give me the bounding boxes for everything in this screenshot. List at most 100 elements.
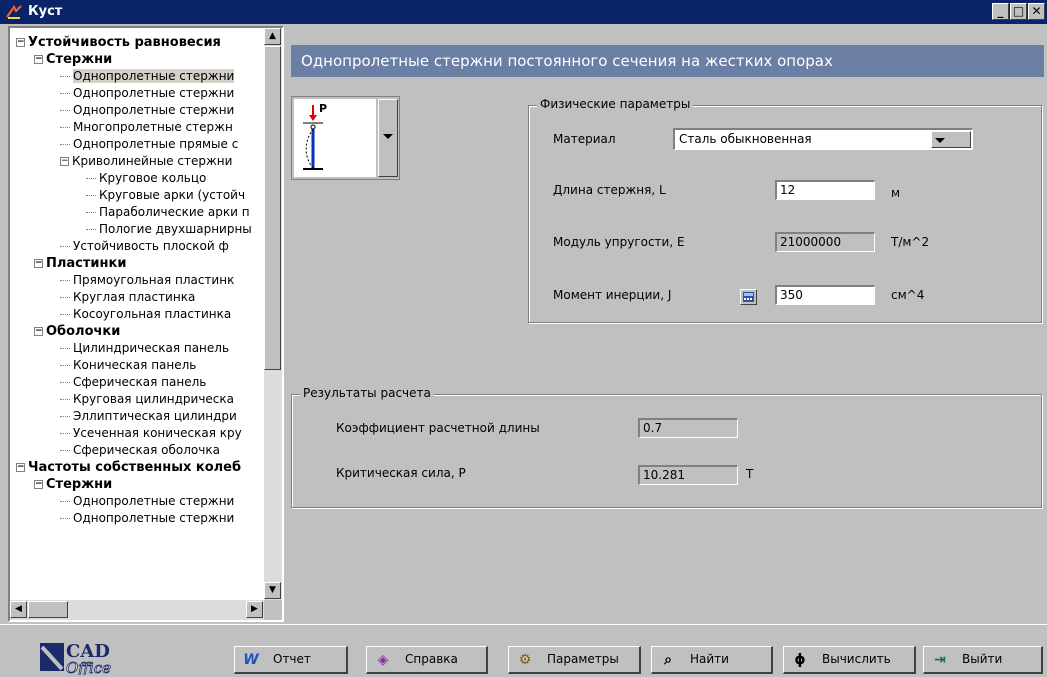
params-button[interactable]: ⚙ Параметры — [508, 646, 641, 674]
find-button-label: Найти — [690, 652, 729, 666]
tree-collapse-icon[interactable]: − — [34, 55, 43, 64]
tree-item[interactable]: − Стержни — [34, 51, 112, 68]
beam-scheme-icon: P — [303, 102, 327, 170]
tree-connector — [60, 76, 70, 77]
tree-collapse-icon[interactable]: − — [34, 259, 43, 268]
tree-collapse-icon[interactable]: − — [34, 327, 43, 336]
tree-item-label: Круговое кольцо — [99, 171, 207, 185]
tree-horizontal-scrollbar[interactable]: ◀ ▶ — [10, 600, 264, 620]
task-header: Однопролетные стержни постоянного сечени… — [291, 45, 1044, 77]
exit-door-icon: ⇥ — [934, 652, 946, 668]
tree-item[interactable]: Сферическая панель — [60, 374, 206, 391]
tree-item[interactable]: Пологие двухшарнирны — [86, 221, 252, 238]
material-dropdown-button[interactable] — [931, 131, 971, 148]
tree-item-label: Эллиптическая цилиндри — [73, 409, 237, 423]
tree-item[interactable]: Параболические арки п — [86, 204, 250, 221]
section-calculator-icon[interactable] — [740, 289, 757, 305]
tree-item-label: Усеченная коническая кру — [73, 426, 242, 440]
compute-button[interactable]: ϕ Вычислить — [783, 646, 916, 674]
word-icon: W — [243, 652, 259, 668]
tree-item-label: Частоты собственных колеб — [28, 460, 242, 475]
tree-item-label: Многопролетные стержн — [73, 120, 233, 134]
hscroll-thumb[interactable] — [28, 601, 68, 618]
exit-button[interactable]: ⇥ Выйти — [923, 646, 1043, 674]
tree-item-label: Устойчивость равновесия — [28, 35, 221, 50]
tree-item[interactable]: Сферическая оболочка — [60, 442, 220, 459]
tree-item[interactable]: − Частоты собственных колеб — [16, 459, 241, 476]
tree-item[interactable]: − Устойчивость равновесия — [16, 34, 221, 51]
length-label: Длина стержня, L — [553, 183, 666, 197]
tree-item[interactable]: Круговое кольцо — [86, 170, 206, 187]
scroll-down-button[interactable]: ▼ — [264, 582, 281, 599]
tree-vertical-scrollbar[interactable]: ▲ ▼ — [264, 28, 282, 600]
tree-item[interactable]: − Пластинки — [34, 255, 126, 272]
modulus-unit: Т/м^2 — [891, 235, 930, 249]
scad-office-logo: CAD Office — [40, 641, 112, 675]
inertia-label: Момент инерции, J — [553, 288, 672, 302]
tree-item[interactable]: Прямоугольная пластинк — [60, 272, 234, 289]
tree-item[interactable]: Однопролетные стержни — [60, 68, 235, 85]
inertia-field[interactable]: 350 — [775, 285, 875, 305]
minimize-button[interactable]: _ — [992, 3, 1009, 20]
tree-item[interactable]: Круглая пластинка — [60, 289, 195, 306]
report-button[interactable]: W Отчет — [234, 646, 348, 674]
tree-item[interactable]: Многопролетные стержн — [60, 119, 233, 136]
scheme-dropdown-button[interactable] — [378, 99, 398, 177]
bottom-toolbar: CAD Office W Отчет ◈ Справка ⚙ Параметры… — [0, 624, 1047, 677]
tree-item-label: Криволинейные стержни — [72, 154, 233, 168]
app-icon — [6, 5, 22, 19]
scroll-left-button[interactable]: ◀ — [10, 601, 27, 618]
tree-item[interactable]: Однопролетные прямые с — [60, 136, 238, 153]
scheme-picture: P — [294, 99, 376, 177]
tree-item[interactable]: Цилиндрическая панель — [60, 340, 229, 357]
tree-connector — [60, 314, 70, 315]
tree-item[interactable]: − Криволинейные стержни — [60, 153, 232, 170]
tree-item[interactable]: Усеченная коническая кру — [60, 425, 242, 442]
tree-connector — [60, 110, 70, 111]
tree-item-label: Однопролетные стержни — [73, 69, 235, 83]
tree-item[interactable]: Однопролетные стержни — [60, 102, 234, 119]
tree-collapse-icon[interactable]: − — [16, 38, 25, 47]
scroll-thumb[interactable] — [264, 46, 281, 370]
tree-collapse-icon[interactable]: − — [34, 480, 43, 489]
task-tree[interactable]: − Устойчивость равновесия − Стержни Однопрол… — [10, 28, 264, 600]
tree-connector — [60, 127, 70, 128]
scheme-selector[interactable]: P — [291, 96, 400, 180]
tree-connector — [86, 212, 96, 213]
tree-item[interactable]: Круговые арки (устойч — [86, 187, 245, 204]
tree-item[interactable]: Однопролетные стержни — [60, 85, 234, 102]
material-select[interactable]: Сталь обыкновенная — [673, 128, 973, 150]
settings-icon: ⚙ — [518, 652, 532, 668]
tree-item-label: Однопролетные стержни — [73, 86, 235, 100]
close-button[interactable]: ✕ — [1028, 3, 1045, 20]
scroll-right-button[interactable]: ▶ — [246, 601, 263, 618]
coef-label: Коэффициент расчетной длины — [336, 421, 540, 435]
tree-connector — [60, 416, 70, 417]
tree-item[interactable]: − Оболочки — [34, 323, 120, 340]
tree-item[interactable]: Коническая панель — [60, 357, 196, 374]
find-button[interactable]: ⌕ Найти — [651, 646, 773, 674]
tree-item[interactable]: Однопролетные стержни — [60, 493, 234, 510]
maximize-button[interactable]: □ — [1010, 3, 1027, 20]
tree-collapse-icon[interactable]: − — [60, 157, 69, 166]
modulus-field: 21000000 — [775, 232, 875, 252]
tree-item-label: Стержни — [46, 477, 113, 492]
tree-item[interactable]: − Стержни — [34, 476, 112, 493]
title-bar: Куст _ □ ✕ — [0, 0, 1047, 24]
tree-item[interactable]: Однопролетные стержни — [60, 510, 234, 527]
tree-item-label: Сферическая оболочка — [73, 443, 220, 457]
tree-item-label: Круговые арки (устойч — [99, 188, 246, 202]
length-field[interactable]: 12 — [775, 180, 875, 200]
scroll-corner — [264, 600, 282, 620]
tree-collapse-icon[interactable]: − — [16, 463, 25, 472]
force-label: Критическая сила, P — [336, 466, 466, 480]
tree-item[interactable]: Устойчивость плоской ф — [60, 238, 229, 255]
tree-connector — [60, 348, 70, 349]
help-button[interactable]: ◈ Справка — [366, 646, 488, 674]
scroll-up-button[interactable]: ▲ — [264, 28, 281, 45]
tree-item[interactable]: Круговая цилиндрическа — [60, 391, 234, 408]
tree-connector — [86, 178, 96, 179]
tree-item[interactable]: Эллиптическая цилиндри — [60, 408, 237, 425]
tree-item[interactable]: Косоугольная пластинка — [60, 306, 231, 323]
tree-connector — [60, 93, 70, 94]
